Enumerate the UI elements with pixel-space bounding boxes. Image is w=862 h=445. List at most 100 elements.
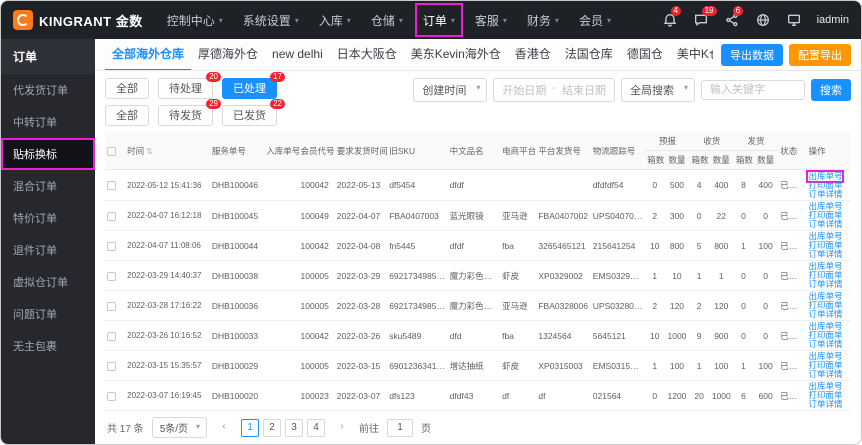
op-order-detail[interactable]: 订单详情 (808, 250, 849, 259)
cell-ops: 出库单号 打印面单 订单详情 (806, 230, 851, 261)
col-header-0[interactable]: 时间 (125, 132, 210, 170)
menu-item-0[interactable]: 控制中心 (157, 1, 233, 39)
tab-actions: 导出数据 配置导出 (713, 43, 851, 66)
cell-ship_date: 2022-03-07 (334, 380, 388, 411)
tab-0[interactable]: 全部海外仓库 (105, 39, 192, 70)
filter-chip-0-2[interactable]: 已处理 17 (222, 72, 285, 99)
op-order-detail[interactable]: 订单详情 (808, 190, 849, 199)
tab-8[interactable]: 美中K仓 (670, 39, 713, 70)
date-range-picker[interactable]: 开始日期 - 结束日期 (493, 78, 615, 102)
cell-inbound_no (264, 200, 299, 231)
export-data-button[interactable]: 导出数据 (721, 43, 783, 66)
menu-item-label: 财务 (526, 13, 551, 28)
menu-item-2[interactable]: 入库 (309, 1, 361, 39)
sidebar-item-1[interactable]: 中转订单 (1, 106, 95, 138)
next-page-button[interactable]: › (333, 418, 352, 437)
page-2[interactable]: 2 (263, 418, 282, 437)
row-checkbox[interactable] (107, 271, 116, 281)
op-order-detail[interactable]: 订单详情 (808, 310, 849, 319)
globe-icon[interactable] (755, 12, 771, 28)
sidebar-item-8[interactable]: 无主包裹 (1, 330, 95, 362)
message-icon[interactable]: 19 (693, 6, 717, 28)
sidebar-item-0[interactable]: 代发货订单 (1, 74, 95, 106)
menu-item-3[interactable]: 仓储 (361, 1, 413, 39)
page-size-select[interactable]: 5条/页 (151, 417, 208, 438)
menu-item-6[interactable]: 财务 (517, 1, 569, 39)
cell-name_cn: dfdf (447, 230, 501, 261)
op-order-detail[interactable]: 订单详情 (808, 220, 849, 229)
cell-recv_boxes: 2 (689, 290, 709, 321)
prev-page-button[interactable]: ‹ (215, 418, 234, 437)
cell-ship_date: 2022-04-07 (334, 200, 388, 231)
op-order-detail[interactable]: 订单详情 (808, 370, 849, 379)
time-field-select[interactable]: 创建时间 (413, 78, 488, 102)
share-icon[interactable]: 6 (724, 6, 744, 28)
tab-5[interactable]: 香港仓 (508, 39, 558, 70)
cell-name_cn: 蓝光眼镜 (447, 200, 501, 231)
cell-recv_qty: 1 (708, 260, 734, 291)
tab-7[interactable]: 德国仓 (620, 39, 670, 70)
filter-chip-1-0[interactable]: 全部 (105, 105, 149, 126)
page-1[interactable]: 1 (241, 418, 260, 437)
cell-service_no: DHB100036 (209, 290, 265, 321)
menu-item-5[interactable]: 客服 (465, 1, 517, 39)
cell-pre_qty: 120 (664, 290, 690, 321)
op-order-detail[interactable]: 订单详情 (808, 340, 849, 349)
row-checkbox[interactable] (107, 361, 116, 371)
sidebar-item-2[interactable]: 贴标换标 (1, 138, 95, 170)
sidebar-item-3[interactable]: 混合订单 (1, 170, 95, 202)
cell-old_sku: 6921734985545 (387, 260, 448, 291)
monitor-icon[interactable] (786, 12, 802, 28)
sidebar-item-7[interactable]: 问题订单 (1, 298, 95, 330)
page-4[interactable]: 4 (307, 418, 326, 437)
export-config-button[interactable]: 配置导出 (789, 43, 851, 66)
cell-ship_qty: 400 (753, 169, 779, 201)
cell-pre_boxes: 0 (645, 380, 665, 411)
page-3[interactable]: 3 (285, 418, 304, 437)
tab-3[interactable]: 日本大阪仓 (330, 39, 404, 70)
op-order-detail[interactable]: 订单详情 (808, 400, 849, 409)
search-scope-select[interactable]: 全局搜索 (621, 78, 695, 102)
cell-pre_qty: 10 (664, 260, 690, 291)
sidebar-item-6[interactable]: 虚拟仓订单 (1, 266, 95, 298)
keyword-input[interactable] (701, 80, 805, 100)
menu-item-1[interactable]: 系统设置 (233, 1, 309, 39)
cell-recv_boxes: 1 (689, 260, 709, 291)
cell-status: 已处理 (778, 230, 807, 261)
select-all-checkbox[interactable] (107, 146, 116, 156)
count-badge: 29 (206, 99, 221, 109)
tab-2[interactable]: new delhi (265, 39, 330, 70)
table-row: 2022-05-12 15:41:36 DHB100046 100042 2022-0… (105, 169, 851, 201)
col-sub-1-0: 箱数 (689, 150, 709, 170)
bell-icon[interactable]: 4 (662, 6, 682, 28)
row-checkbox[interactable] (107, 301, 116, 311)
row-checkbox[interactable] (107, 211, 116, 221)
row-checkbox[interactable] (107, 391, 116, 401)
cell-tracking_no: UPS0328006 (590, 290, 646, 321)
row-checkbox[interactable] (107, 181, 116, 191)
tab-4[interactable]: 美东Kevin海外仓 (404, 39, 508, 70)
tab-6[interactable]: 法国仓库 (558, 39, 620, 70)
filter-chip-0-0[interactable]: 全部 (105, 78, 149, 99)
cell-ship_qty: 0 (753, 200, 779, 231)
nav-icons: 4 19 6 (662, 6, 802, 28)
row-checkbox[interactable] (107, 331, 116, 341)
col-sub-0-1: 数量 (664, 150, 690, 170)
sidebar-item-4[interactable]: 特价订单 (1, 202, 95, 234)
page-jump-input[interactable] (387, 418, 414, 437)
cell-tracking_no: 215641254 (590, 230, 646, 261)
filter-chip-0-1[interactable]: 待处理 20 (158, 72, 221, 99)
filter-chip-1-1[interactable]: 待发货 29 (158, 99, 221, 126)
op-order-detail[interactable]: 订单详情 (808, 280, 849, 289)
cell-name_cn: 魔力彩色长尾圆夹 (447, 290, 501, 321)
menu-item-label: 仓储 (370, 13, 395, 28)
menu-item-4[interactable]: 订单 (413, 1, 465, 39)
menu-item-7[interactable]: 会员 (569, 1, 621, 39)
cell-pre_qty: 800 (664, 230, 690, 261)
filter-chip-1-2[interactable]: 已发货 22 (222, 99, 285, 126)
sidebar-item-5[interactable]: 退件订单 (1, 234, 95, 266)
search-button[interactable]: 搜索 (811, 79, 851, 101)
tab-1[interactable]: 厚德海外仓 (191, 39, 265, 70)
cell-tracking_no: 021564 (590, 380, 646, 411)
row-checkbox[interactable] (107, 241, 116, 251)
